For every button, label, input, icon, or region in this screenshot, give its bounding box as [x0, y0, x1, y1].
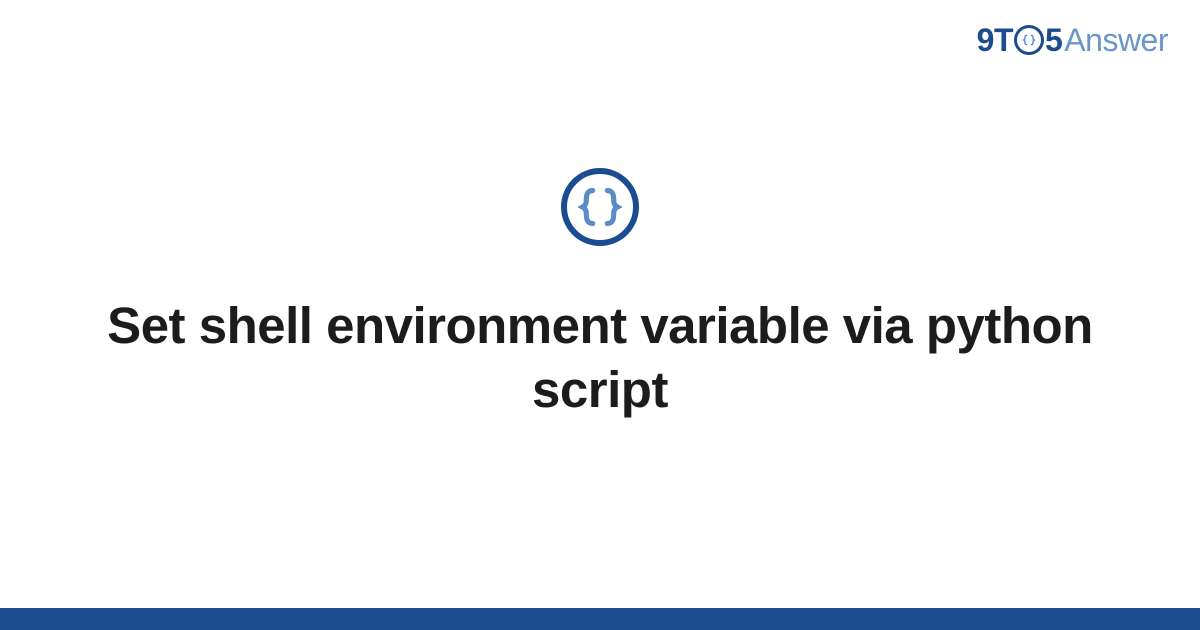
- page-title: Set shell environment variable via pytho…: [100, 294, 1100, 422]
- logo-text-5: 5: [1045, 22, 1062, 59]
- logo-text-answer: Answer: [1064, 22, 1168, 59]
- main-content: Set shell environment variable via pytho…: [0, 0, 1200, 630]
- logo-braces-icon: [1014, 25, 1044, 55]
- footer-accent-bar: [0, 608, 1200, 630]
- logo-text-9t: 9T: [977, 22, 1013, 59]
- category-braces-icon: [561, 168, 639, 246]
- brand-logo[interactable]: 9T 5 Answer: [977, 22, 1168, 59]
